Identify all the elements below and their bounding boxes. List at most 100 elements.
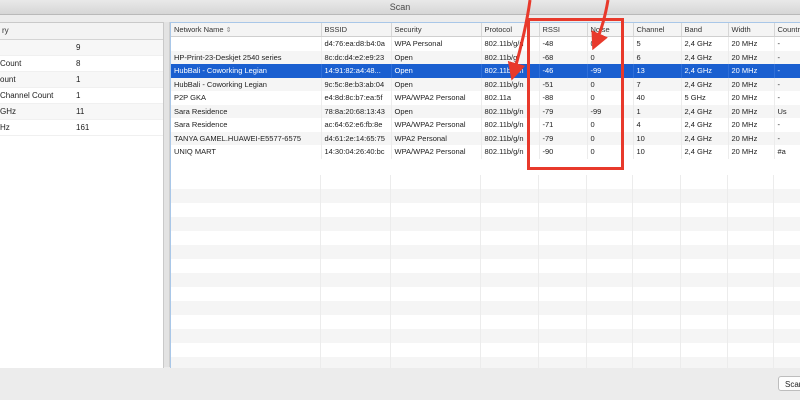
table-cell: 802.11b/g/n (481, 104, 540, 118)
column-header-label: Band (684, 25, 703, 34)
table-cell: - (774, 50, 800, 64)
column-header[interactable]: Network Name ⇕ (171, 23, 322, 37)
table-cell: Open (391, 64, 482, 78)
table-cell: 8c:dc:d4:e2:e9:23 (321, 50, 392, 64)
summary-row: Channel Count 1 (0, 88, 163, 104)
table-cell: Sara Residence (171, 118, 322, 132)
table-cell: 2,4 GHz (681, 64, 729, 78)
column-header[interactable]: Noise (587, 23, 634, 37)
summary-value: 9 (76, 43, 81, 52)
summary-key: ount (0, 75, 16, 84)
table-row[interactable]: d4:76:ea:d8:b4:0a WPA Personal 802.11b/g/n… (171, 36, 800, 51)
sort-updown-icon: ⇕ (225, 27, 232, 34)
summary-value: 1 (76, 75, 81, 84)
summary-row: GHz 11 (0, 104, 163, 120)
table-cell: HP-Print-23-Deskjet 2540 series (171, 50, 322, 64)
table-header-row: Network Name ⇕ BSSID Security Protocol RSSI No… (171, 23, 800, 37)
table-cell: Open (391, 104, 482, 118)
table-row[interactable]: Sara Residence 78:8a:20:68:13:43 Open 802.1… (171, 104, 800, 118)
table-cell: - (774, 36, 800, 51)
column-header[interactable]: Channel (633, 23, 682, 37)
table-cell: 0 (587, 50, 634, 64)
column-header-label: Security (394, 25, 422, 34)
table-cell: -68 (539, 50, 588, 64)
table-cell: Open (391, 77, 482, 91)
table-cell: - (774, 77, 800, 91)
table-row[interactable]: HubBali - Coworking Legian 9c:5c:8e:b3:ab… (171, 77, 800, 91)
table-cell: 4 (633, 118, 682, 132)
column-header[interactable]: Band (681, 23, 729, 37)
table-cell: - (774, 91, 800, 105)
table-cell: WPA/WPA2 Personal (391, 145, 482, 159)
column-header[interactable]: RSSI (539, 23, 588, 37)
column-header[interactable]: BSSID (321, 23, 392, 37)
table-row[interactable]: TANYA GAMEL.HUAWEI-E5577-6575 d4:61:2e:14… (171, 131, 800, 145)
column-header[interactable]: Country (774, 23, 800, 37)
table-cell: WPA Personal (391, 36, 482, 51)
table-cell: 0 (587, 131, 634, 145)
table-cell: 14:30:04:26:40:bc (321, 145, 392, 159)
summary-row: Hz 161 (0, 120, 163, 136)
column-header[interactable]: Protocol (481, 23, 540, 37)
table-cell: WPA2 Personal (391, 131, 482, 145)
table-cell: 20 MHz (728, 77, 775, 91)
column-header[interactable]: Security (391, 23, 482, 37)
table-cell: -99 (587, 104, 634, 118)
table-cell: 10 (633, 145, 682, 159)
table-cell: -48 (539, 36, 588, 51)
table-cell: 20 MHz (728, 145, 775, 159)
table-cell: 7 (633, 77, 682, 91)
table-row[interactable]: HubBali - Coworking Legian 14:91:82:a4:48… (171, 64, 800, 78)
table-cell: HubBali - Coworking Legian (171, 77, 322, 91)
summary-row: Count 8 (0, 56, 163, 72)
table-cell: TANYA GAMEL.HUAWEI-E5577-6575 (171, 131, 322, 145)
bottom-bar (0, 368, 800, 400)
table-cell: 5 GHz (681, 91, 729, 105)
table-cell: d4:76:ea:d8:b4:0a (321, 36, 392, 51)
table-cell: 802.11a (481, 91, 540, 105)
table-cell: 0 (587, 36, 634, 51)
summary-value: 1 (76, 91, 81, 100)
table-cell: 0 (587, 91, 634, 105)
table-cell: #a (774, 145, 800, 159)
window-titlebar: Scan (0, 0, 800, 15)
table-cell: 0 (587, 77, 634, 91)
column-header-label: BSSID (324, 25, 348, 34)
summary-key: Hz (0, 123, 10, 132)
table-cell: 802.11b/g/n (481, 118, 540, 132)
table-cell: 802.11b/g/n (481, 64, 540, 78)
column-header-label: Country (777, 25, 800, 34)
table-cell: d4:61:2e:14:65:75 (321, 131, 392, 145)
table-cell: -99 (587, 64, 634, 78)
table-cell: 2,4 GHz (681, 77, 729, 91)
table-cell: -71 (539, 118, 588, 132)
summary-key: Channel Count (0, 91, 54, 100)
table-row[interactable]: UNIQ MART 14:30:04:26:40:bc WPA/WPA2 Perso… (171, 145, 800, 159)
table-cell: 6 (633, 50, 682, 64)
table-cell: -51 (539, 77, 588, 91)
table-cell: Open (391, 50, 482, 64)
summary-panel: ry 9 Count 8 ount 1 Channel Count 1 GHz 11 Hz 161 (0, 22, 164, 369)
table-cell: 802.11b/g/n (481, 145, 540, 159)
table-cell: 802.11b/g/n (481, 36, 540, 51)
column-header-label: Noise (590, 25, 610, 34)
table-cell: - (774, 64, 800, 78)
table-cell: 2,4 GHz (681, 36, 729, 51)
table-cell: 20 MHz (728, 36, 775, 51)
summary-key: GHz (0, 107, 16, 116)
column-header-label: Width (731, 25, 751, 34)
summary-value: 161 (76, 123, 90, 132)
table-row[interactable]: P2P GKA e4:8d:8c:b7:ea:5f WPA/WPA2 Persona… (171, 91, 800, 105)
column-header[interactable]: Width (728, 23, 775, 37)
column-header-label: Channel (636, 25, 665, 34)
table-cell: -88 (539, 91, 588, 105)
table-cell: e4:8d:8c:b7:ea:5f (321, 91, 392, 105)
table-row[interactable]: Sara Residence ac:64:62:e6:fb:8e WPA/WPA2 … (171, 118, 800, 132)
table-cell: 0 (587, 145, 634, 159)
networks-table: Network Name ⇕ BSSID Security Protocol RSSI No… (171, 23, 800, 159)
table-cell: -79 (539, 131, 588, 145)
empty-rows-area (171, 175, 800, 368)
scan-button[interactable]: Scan (778, 376, 800, 391)
table-row[interactable]: HP-Print-23-Deskjet 2540 series 8c:dc:d4:… (171, 50, 800, 64)
column-header-label: Network Name (174, 25, 224, 34)
